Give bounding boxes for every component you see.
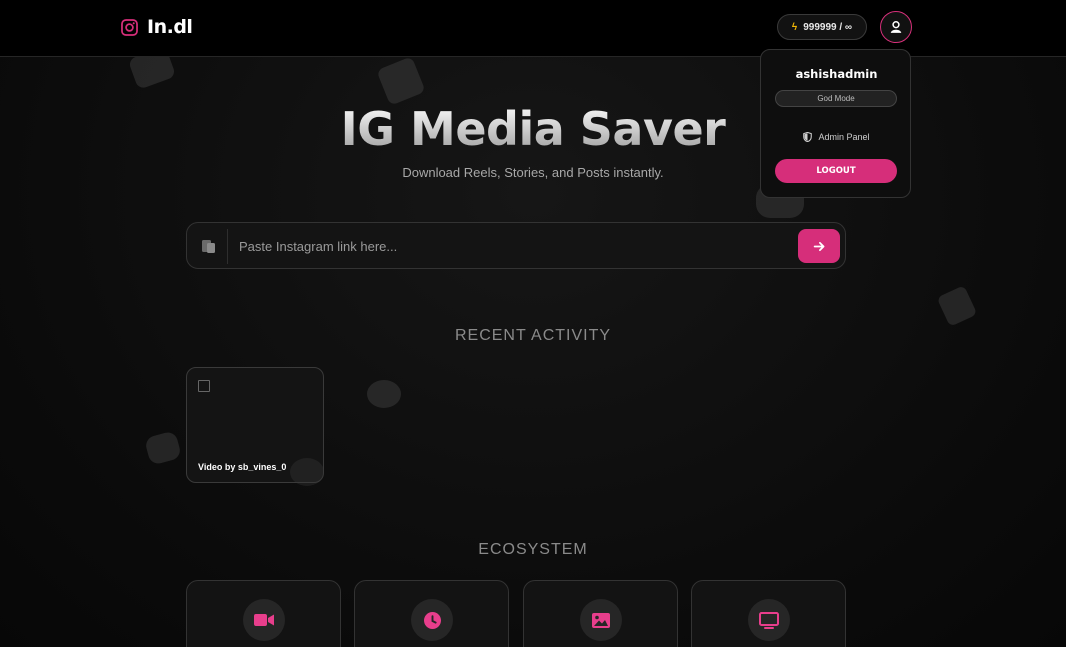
top-nav: In.dl ϟ 999999 / ∞ (0, 0, 1066, 57)
clock-icon (423, 611, 441, 629)
credits-badge: ϟ 999999 / ∞ (777, 14, 867, 40)
user-dropdown-menu: ashishadmin God Mode Admin Panel LOGOUT (760, 49, 911, 198)
shield-icon (803, 132, 813, 142)
logout-button[interactable]: LOGOUT (775, 159, 897, 183)
ecosystem-card-display[interactable] (691, 580, 846, 647)
ecosystem-icon-bg (411, 599, 453, 641)
user-menu-button[interactable] (880, 11, 912, 43)
ecosystem-icon-bg (243, 599, 285, 641)
ecosystem-card-video[interactable] (186, 580, 341, 647)
link-input[interactable] (239, 233, 789, 260)
brand-logo[interactable]: In.dl (120, 16, 193, 38)
deco-image-icon (376, 56, 426, 106)
ecosystem-icon-bg (748, 599, 790, 641)
role-badge: God Mode (775, 90, 897, 107)
deco-chat-icon (290, 458, 324, 486)
username: ashishadmin (795, 67, 878, 81)
link-search-bar (186, 222, 846, 269)
image-icon (592, 612, 610, 628)
deco-heart-icon (143, 430, 183, 466)
ecosystem-card-stories[interactable] (354, 580, 509, 647)
brand-name: In.dl (147, 16, 193, 38)
admin-panel-label: Admin Panel (818, 132, 870, 142)
bolt-icon: ϟ (791, 21, 798, 33)
ecosystem-icon-bg (580, 599, 622, 641)
user-icon (890, 20, 902, 33)
download-submit-button[interactable] (798, 229, 840, 263)
video-camera-icon (254, 614, 274, 626)
monitor-icon (759, 611, 779, 629)
thumbnail-image (198, 380, 210, 392)
ecosystem-card-images[interactable] (523, 580, 678, 647)
deco-copy-icon (936, 285, 978, 327)
admin-panel-link[interactable]: Admin Panel (761, 132, 912, 142)
arrow-right-icon (813, 241, 824, 251)
recent-activity-heading: RECENT ACTIVITY (454, 327, 612, 344)
ecosystem-heading: ECOSYSTEM (478, 541, 588, 558)
instagram-icon (121, 18, 138, 36)
search-divider (227, 229, 228, 264)
credits-value: 999999 / ∞ (803, 21, 853, 33)
clipboard-icon[interactable] (201, 238, 217, 254)
deco-chat-icon (367, 380, 401, 408)
recent-item-caption: Video by sb_vines_0 (198, 462, 287, 472)
